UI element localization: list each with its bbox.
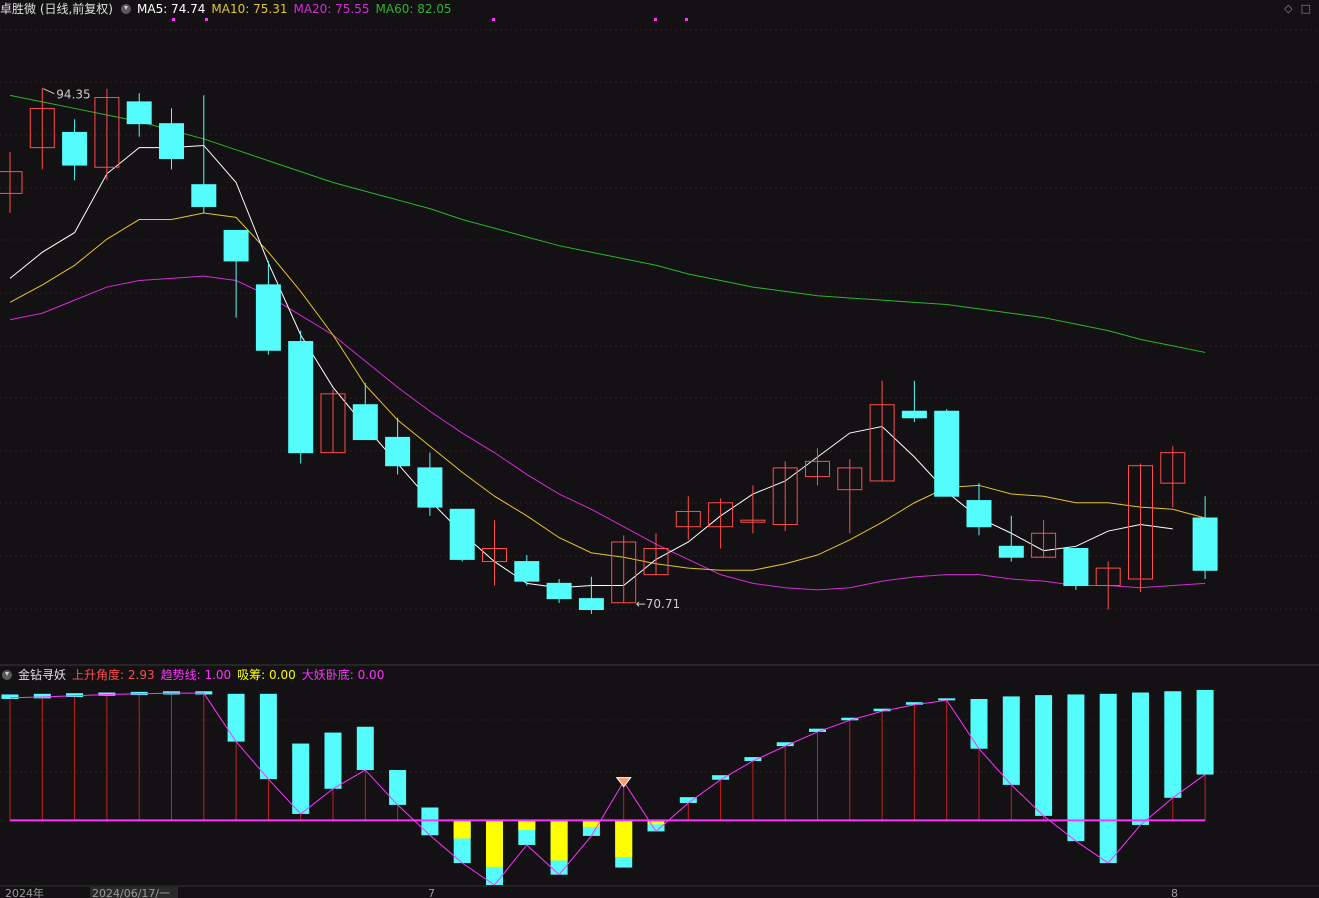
indicator-bar	[1132, 692, 1149, 825]
candle-down	[934, 410, 960, 497]
candle-down	[255, 284, 281, 351]
candle-down	[578, 598, 604, 610]
indicator-bar	[744, 757, 762, 761]
absorb-label: 吸筹: 0.00	[237, 668, 296, 682]
up-angle-label: 上升角度: 2.93	[72, 668, 155, 682]
indicator-bar	[1002, 696, 1020, 785]
ma60-line	[9, 94, 1206, 353]
indicator-bar	[1099, 693, 1117, 864]
event-marker	[205, 18, 208, 21]
indicator-header: 金钻寻妖 上升角度: 2.93 趋势线: 1.00 吸筹: 0.00 大妖卧底:…	[0, 667, 390, 683]
date-axis-label: 8	[1171, 887, 1178, 898]
diamond-icon	[615, 777, 632, 788]
candle-down	[191, 184, 217, 207]
date-axis-label: 7	[428, 887, 435, 898]
candle-down	[352, 404, 378, 441]
indicator-bar	[1164, 691, 1182, 798]
candle-down	[223, 229, 249, 262]
absorb-bar	[486, 820, 503, 867]
indicator-bar	[259, 693, 277, 780]
indicator-title[interactable]: 金钻寻妖	[18, 667, 66, 683]
candle-down	[966, 500, 992, 528]
low-label: ←70.71	[636, 597, 680, 611]
absorb-bar	[453, 820, 471, 839]
candle-down	[288, 341, 314, 454]
candle-up	[0, 171, 23, 194]
absorb-bar	[550, 820, 568, 861]
indicator-bar	[292, 743, 310, 814]
high-label: 94.35	[56, 88, 90, 102]
candle-down	[1192, 517, 1218, 571]
indicator-bar	[389, 770, 407, 805]
demon-bottom-label: 大妖卧底: 0.00	[301, 668, 385, 682]
candle-down	[126, 101, 152, 125]
event-marker	[654, 18, 657, 21]
indicator-bar	[679, 797, 697, 803]
ma5-label: MA5: 74.74	[137, 2, 206, 16]
indicator-bar	[1035, 695, 1053, 816]
ma20-line	[9, 275, 1206, 591]
indicator-bar	[1196, 689, 1214, 775]
indicator-bar	[776, 742, 794, 747]
indicator-bar	[324, 732, 342, 789]
date-axis-label: 2024年	[5, 886, 44, 898]
ma10-label: MA10: 75.31	[211, 2, 288, 16]
high-marker	[43, 88, 55, 95]
candle-down	[385, 436, 411, 467]
stock-title[interactable]: 卓胜微 (日线,前复权)	[0, 1, 113, 17]
candle-down	[514, 561, 540, 582]
indicator-dropdown-icon[interactable]	[2, 670, 12, 680]
main-chart-header: 卓胜微 (日线,前复权) MA5: 74.74 MA10: 75.31 MA20…	[0, 1, 458, 17]
dropdown-icon[interactable]	[121, 4, 131, 14]
candle-down	[417, 467, 443, 508]
candle-down	[901, 410, 927, 419]
box-icon[interactable]: □	[1301, 2, 1311, 15]
chart-tools: ◇ □	[1276, 2, 1311, 15]
indicator-bar	[356, 726, 374, 771]
candle-down	[62, 131, 88, 166]
absorb-bar	[615, 820, 633, 858]
candle-down	[449, 508, 475, 560]
indicator-bar	[1, 694, 19, 699]
candle-down	[546, 582, 572, 600]
candle-down	[998, 545, 1024, 558]
trend-line-label: 趋势线: 1.00	[160, 668, 232, 682]
event-marker	[172, 18, 175, 21]
date-axis-label: 2024/06/17/一	[92, 887, 170, 898]
indicator-bar	[1067, 694, 1085, 842]
candle-down	[159, 123, 184, 160]
absorb-bar	[518, 820, 536, 831]
ma10-line	[9, 212, 1206, 571]
date-axis-bg	[0, 886, 1319, 898]
stock-chart[interactable]: 94.35 ←70.71 2024年 2024/06/17/一 7 8	[0, 0, 1319, 898]
indicator-bar	[227, 693, 245, 742]
ma20-label: MA20: 75.55	[293, 2, 370, 16]
ma60-label: MA60: 82.05	[375, 2, 452, 16]
ma5-line	[9, 144, 1173, 589]
trend-line	[9, 692, 1206, 886]
event-marker	[685, 18, 688, 21]
indicator-bar	[970, 698, 988, 749]
event-marker	[492, 18, 495, 21]
diamond-icon[interactable]: ◇	[1284, 2, 1292, 15]
candle-down	[1063, 548, 1089, 587]
